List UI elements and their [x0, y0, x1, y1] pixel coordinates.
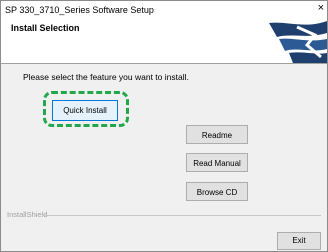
- read-manual-button[interactable]: Read Manual: [186, 153, 248, 172]
- setup-swoosh-logo-icon: [269, 21, 327, 63]
- quick-install-button[interactable]: Quick Install: [52, 100, 118, 121]
- divider-line: [42, 215, 321, 216]
- close-icon[interactable]: ×: [318, 2, 324, 14]
- installshield-divider: InstallShield: [1, 210, 327, 222]
- section-title: Install Selection: [11, 23, 80, 33]
- exit-button[interactable]: Exit: [277, 232, 321, 250]
- header-banner: SP 330_3710_Series Software Setup × Inst…: [1, 1, 327, 64]
- browse-cd-button[interactable]: Browse CD: [186, 182, 248, 201]
- instruction-text: Please select the feature you want to in…: [23, 72, 189, 82]
- readme-button[interactable]: Readme: [186, 125, 248, 144]
- window-title: SP 330_3710_Series Software Setup: [5, 5, 154, 15]
- setup-window: SP 330_3710_Series Software Setup × Inst…: [0, 0, 328, 252]
